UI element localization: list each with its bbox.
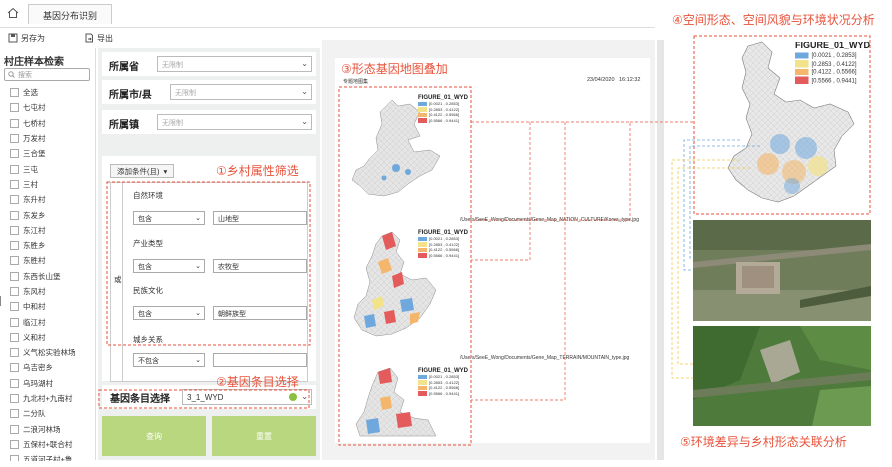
legend-item: [0.2853 , 0.4122] <box>418 380 466 386</box>
legend-label: [0.0021 , 0.2853] <box>429 236 460 242</box>
legend-swatch <box>418 118 427 123</box>
legend-label: [0.4122 , 0.5566] <box>811 68 857 76</box>
legend-swatch <box>418 391 427 396</box>
legend-label: [0.0021 , 0.2853] <box>429 374 460 380</box>
legend-label: [0.4122 , 0.5566] <box>429 385 460 391</box>
legend-item: [0.2853 , 0.4122] <box>418 242 466 248</box>
legend-item: [0.4122 , 0.5566] <box>418 385 466 391</box>
gene-select-box <box>98 389 310 409</box>
legend-items: [0.0021 , 0.2853] [0.2853 , 0.4122] [0.412… <box>418 101 466 123</box>
attribute-filter-box <box>106 181 311 346</box>
legend-title: FIGURE_01_WYD <box>795 42 871 51</box>
annotation-map-overlay: ③形态基因地图叠加 <box>341 62 448 76</box>
legend-title: FIGURE_01_WYD <box>418 230 469 236</box>
legend-item: [0.2853 , 0.4122] <box>418 107 466 113</box>
legend-item: [0.4122 , 0.5566] <box>795 68 892 76</box>
legend-label: [0.2853 , 0.4122] <box>429 241 460 247</box>
legend-label: [0.5566 , 0.9441] <box>811 76 857 85</box>
legend-swatch <box>418 101 427 107</box>
annotation-attribute-filter: ①乡村属性筛选 <box>216 164 299 178</box>
legend-items: [0.0021 , 0.2853] [0.2853 , 0.4122] [0.412… <box>418 236 466 258</box>
annotation-spatial-analysis: ④空间形态、空间风貌与环境状况分析 <box>672 13 875 27</box>
legend-detail: FIGURE_01_WYD [0.0021 , 0.2853] [0.2853 ,… <box>795 42 892 85</box>
legend-label: [0.2853 , 0.4122] <box>429 379 460 385</box>
legend-title: FIGURE_01_WYD <box>418 368 469 374</box>
legend-label: [0.4122 , 0.5566] <box>429 247 460 253</box>
legend-item: [0.5566 , 0.9441] <box>795 76 892 84</box>
satellite-photo-1 <box>693 220 871 321</box>
legend-3: FIGURE_01_WYD [0.0021 , 0.2853] [0.2853 ,… <box>418 368 469 396</box>
connector-lines <box>471 121 694 401</box>
legend-1: FIGURE_01_WYD [0.0021 , 0.2853] [0.2853 ,… <box>418 95 469 123</box>
legend-item: [0.4122 , 0.5566] <box>418 247 466 253</box>
legend-swatch <box>418 253 427 258</box>
legend-2: FIGURE_01_WYD [0.0021 , 0.2853] [0.2853 ,… <box>418 230 469 258</box>
legend-item: [0.5566 , 0.9441] <box>418 391 466 397</box>
legend-item: [0.2853 , 0.4122] <box>795 59 892 67</box>
legend-swatch <box>418 374 427 380</box>
legend-label: [0.2853 , 0.4122] <box>811 59 857 68</box>
annotation-environment-analysis: ⑤环境差异与乡村形态关联分析 <box>680 435 847 449</box>
legend-label: [0.0021 , 0.2853] <box>811 51 857 59</box>
legend-label: [0.5566 , 0.9441] <box>429 118 460 124</box>
legend-items: [0.0021 , 0.2853] [0.2853 , 0.4122] [0.412… <box>418 374 466 396</box>
legend-item: [0.0021 , 0.2853] <box>418 374 466 380</box>
legend-swatch <box>795 51 809 59</box>
legend-label: [0.5566 , 0.9441] <box>429 253 460 259</box>
legend-label: [0.2853 , 0.4122] <box>429 106 460 112</box>
legend-item: [0.0021 , 0.2853] <box>795 51 892 59</box>
legend-label: [0.5566 , 0.9441] <box>429 391 460 397</box>
legend-item: [0.0021 , 0.2853] <box>418 236 466 242</box>
legend-swatch <box>418 107 427 112</box>
legend-item: [0.5566 , 0.9441] <box>418 253 466 259</box>
legend-items: [0.0021 , 0.2853] [0.2853 , 0.4122] [0.412… <box>795 51 892 85</box>
legend-swatch <box>795 76 809 84</box>
satellite-photo-2 <box>693 326 871 426</box>
annotation-gene-select: ②基因条目选择 <box>216 375 299 389</box>
legend-swatch <box>418 247 427 253</box>
legend-swatch <box>795 60 809 67</box>
legend-title: FIGURE_01_WYD <box>418 95 469 101</box>
legend-label: [0.4122 , 0.5566] <box>429 112 460 118</box>
legend-swatch <box>418 236 427 242</box>
legend-swatch <box>418 242 427 247</box>
legend-swatch <box>418 112 427 118</box>
legend-swatch <box>418 380 427 385</box>
legend-item: [0.0021 , 0.2853] <box>418 101 466 107</box>
legend-label: [0.0021 , 0.2853] <box>429 101 460 107</box>
legend-swatch <box>418 385 427 391</box>
legend-swatch <box>795 68 809 76</box>
legend-item: [0.4122 , 0.5566] <box>418 112 466 118</box>
legend-item: [0.5566 , 0.9441] <box>418 118 466 124</box>
